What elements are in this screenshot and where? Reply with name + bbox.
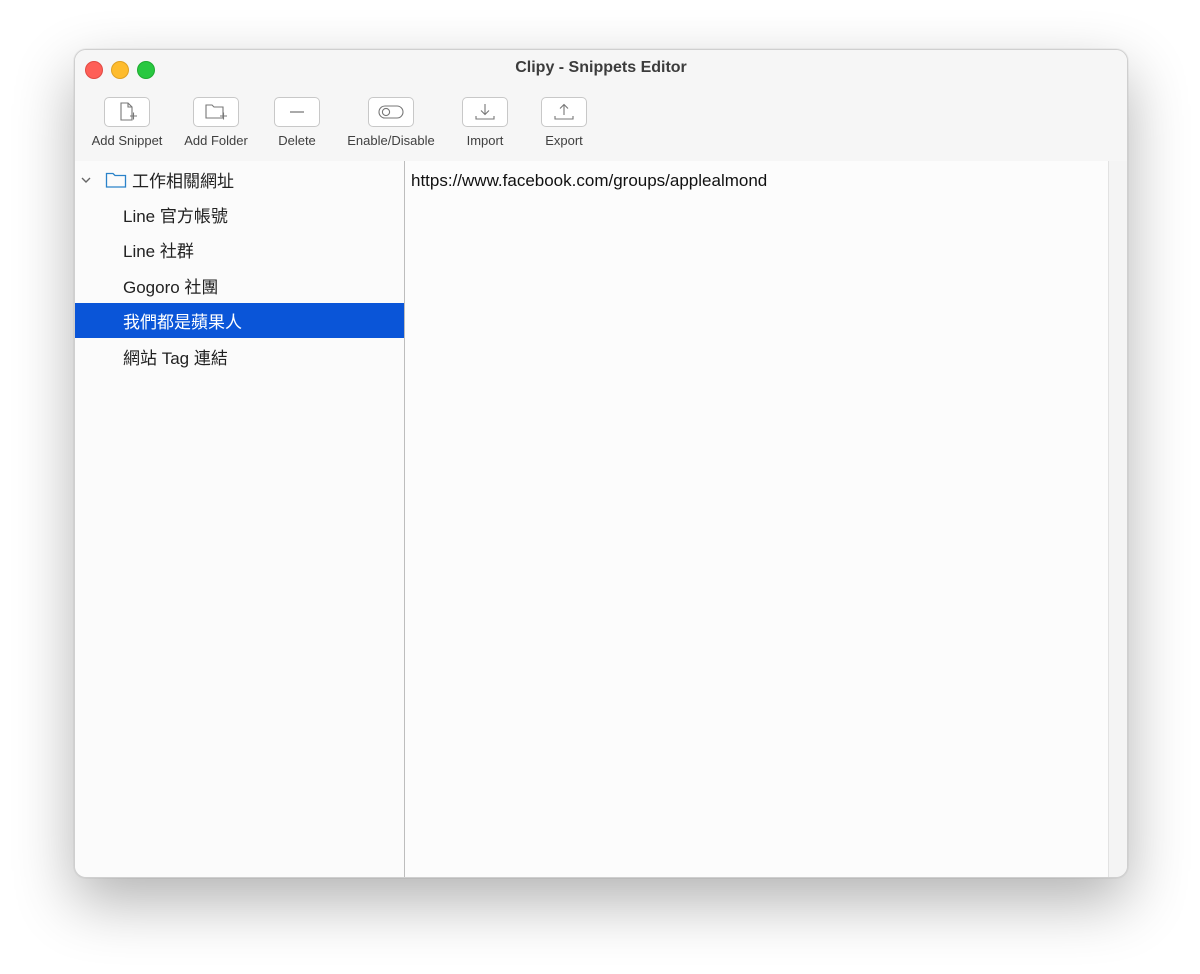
folder-row[interactable]: 工作相關網址 (75, 162, 404, 197)
snippet-label: 我們都是蘋果人 (123, 313, 242, 332)
titlebar: Clipy - Snippets Editor Add Snippet Add … (75, 50, 1127, 161)
snippet-label: Gogoro 社團 (123, 278, 219, 297)
sidebar-item-selected[interactable]: 我們都是蘋果人 (75, 303, 404, 338)
vertical-scrollbar[interactable] (1108, 161, 1127, 877)
sidebar-item-line-community[interactable]: Line 社群 (75, 232, 404, 267)
import-label: Import (466, 133, 504, 148)
sidebar-item-gogoro[interactable]: Gogoro 社團 (75, 268, 404, 303)
chevron-down-icon[interactable] (79, 173, 93, 187)
sidebar-item-website-tag[interactable]: 網站 Tag 連結 (75, 339, 404, 374)
add-folder-button[interactable]: Add Folder (176, 97, 256, 148)
export-icon[interactable] (541, 97, 587, 127)
folder-name: 工作相關網址 (132, 172, 234, 191)
minus-icon[interactable] (274, 97, 320, 127)
import-icon[interactable] (462, 97, 508, 127)
snippets-editor-window: Clipy - Snippets Editor Add Snippet Add … (74, 49, 1128, 878)
toggle-icon[interactable] (368, 97, 414, 127)
snippet-content-editor[interactable]: https://www.facebook.com/groups/applealm… (405, 161, 1109, 877)
import-button[interactable]: Import (445, 97, 525, 148)
sidebar-item-line-official[interactable]: Line 官方帳號 (75, 197, 404, 232)
folder-icon (105, 172, 127, 188)
enable-disable-button[interactable]: Enable/Disable (341, 97, 441, 148)
snippet-outline-sidebar: 工作相關網址 Line 官方帳號 Line 社群 Gogoro 社團 我們都是蘋… (75, 161, 405, 877)
add-folder-label: Add Folder (184, 133, 248, 148)
add-snippet-icon[interactable] (104, 97, 150, 127)
add-snippet-button[interactable]: Add Snippet (87, 97, 167, 148)
export-button[interactable]: Export (524, 97, 604, 148)
snippet-label: Line 社群 (123, 242, 194, 261)
delete-button[interactable]: Delete (257, 97, 337, 148)
window-title: Clipy - Snippets Editor (515, 59, 687, 76)
add-snippet-label: Add Snippet (91, 133, 163, 148)
snippet-label: 網站 Tag 連結 (123, 349, 228, 368)
snippet-content-text[interactable]: https://www.facebook.com/groups/applealm… (411, 171, 767, 191)
delete-label: Delete (278, 133, 316, 148)
snippet-label: Line 官方帳號 (123, 207, 228, 226)
enable-disable-label: Enable/Disable (347, 133, 435, 148)
add-folder-icon[interactable] (193, 97, 239, 127)
export-label: Export (545, 133, 583, 148)
